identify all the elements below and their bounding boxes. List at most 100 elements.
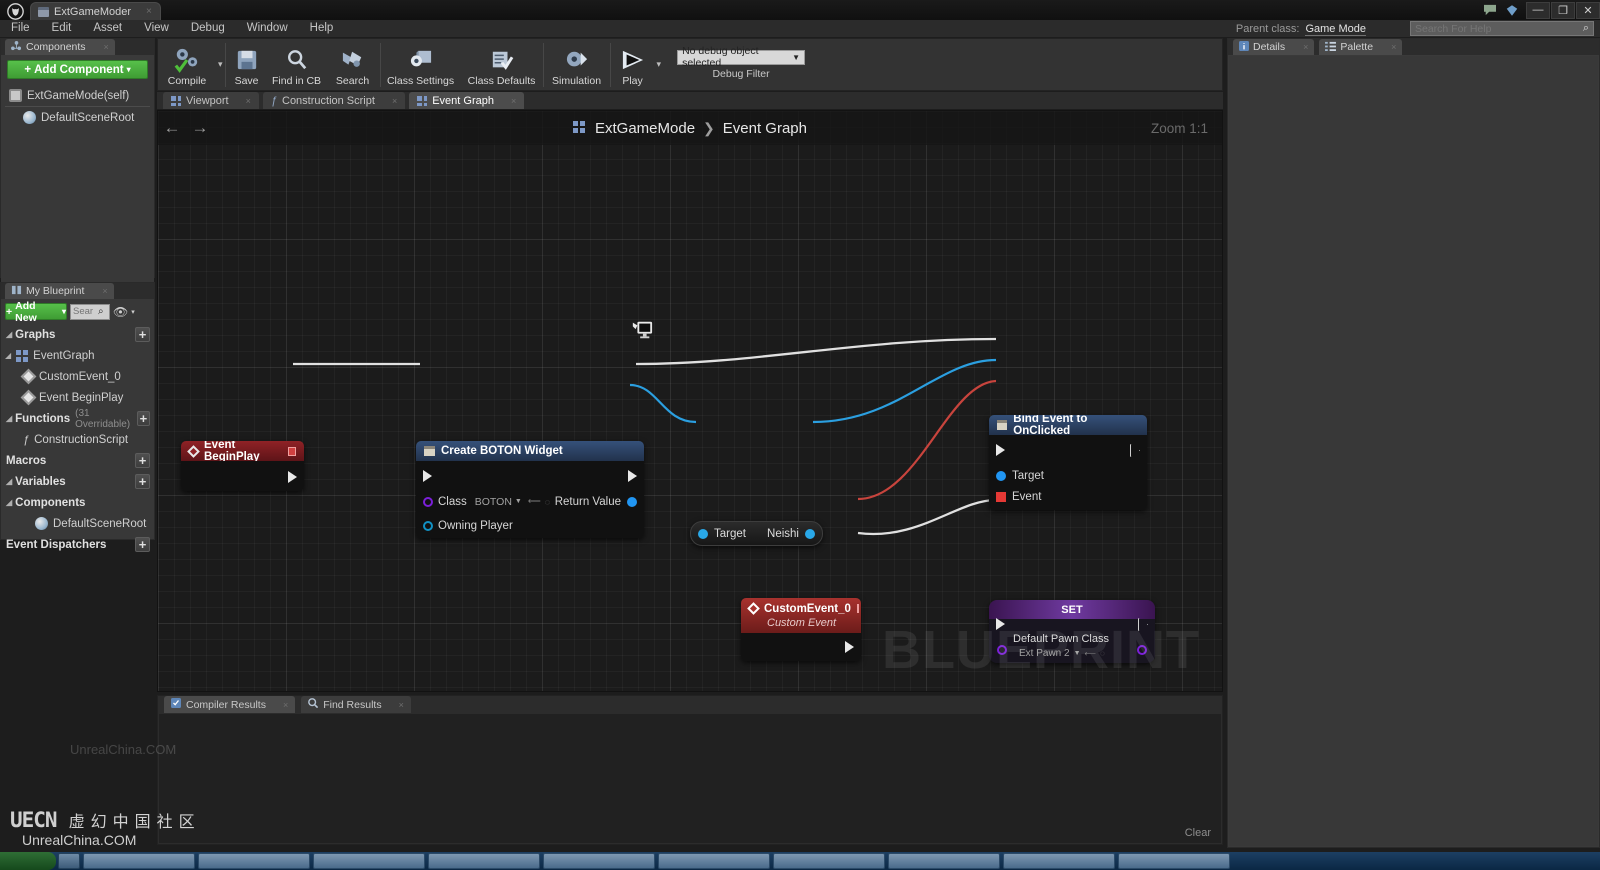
close-icon[interactable]: × <box>392 96 397 106</box>
use-selected-icon[interactable]: ◌ <box>545 497 550 507</box>
toolbar-class-defaults-button[interactable]: Class Defaults <box>461 39 543 90</box>
tab-compiler-results[interactable]: Compiler Results × <box>164 696 296 713</box>
taskbar-window-button[interactable] <box>773 853 885 869</box>
close-button[interactable]: ✕ <box>1576 1 1600 19</box>
search-for-help-field[interactable]: ⌕ <box>1410 21 1594 36</box>
close-icon[interactable]: × <box>399 700 404 710</box>
close-icon[interactable]: × <box>146 6 152 17</box>
add-function-button[interactable]: + <box>136 411 150 426</box>
toolbar-find-in-cb-button[interactable]: Find in CB <box>268 39 326 90</box>
exec-out-pin[interactable] <box>1130 444 1140 457</box>
start-button[interactable] <box>0 852 56 870</box>
owning-player-in-pin[interactable] <box>423 520 433 531</box>
forward-button[interactable]: → <box>186 114 214 142</box>
breadcrumb-root[interactable]: ExtGameMode <box>595 120 695 137</box>
gem-icon[interactable] <box>1503 1 1521 19</box>
close-icon[interactable]: × <box>246 96 251 106</box>
chat-bubble-icon[interactable] <box>1481 1 1499 19</box>
chevron-down-icon[interactable]: ▾ <box>657 59 662 70</box>
node-reroute-target-neishi[interactable]: Target Neishi <box>690 521 823 546</box>
restore-button[interactable]: ❐ <box>1551 1 1575 19</box>
taskbar-quicklaunch-icon[interactable] <box>58 853 80 869</box>
delegate-badge-icon[interactable] <box>287 446 296 456</box>
chevron-down-icon[interactable]: ▼ <box>515 498 522 505</box>
component-item-extgamemode[interactable]: ExtGameMode(self) <box>1 85 154 106</box>
toolbar-compile-button[interactable]: Compile <box>158 39 216 90</box>
add-variable-button[interactable]: + <box>135 474 150 489</box>
node-event-begin-play[interactable]: Event BeginPlay <box>181 441 304 491</box>
toolbar-save-button[interactable]: Save <box>226 39 268 90</box>
collapse-arrow-icon[interactable]: ◢ <box>6 498 12 507</box>
graph-item-customevent0[interactable]: CustomEvent_0 <box>1 366 154 387</box>
taskbar-window-button[interactable] <box>198 853 310 869</box>
exec-out-pin[interactable] <box>628 470 637 482</box>
results-content[interactable]: Clear <box>159 714 1221 843</box>
tab-details[interactable]: Details × <box>1233 39 1315 55</box>
tab-my-blueprint[interactable]: My Blueprint × <box>5 283 114 299</box>
tab-components[interactable]: Components × <box>5 39 115 55</box>
graph-item-eventgraph[interactable]: ◢ EventGraph <box>1 345 154 366</box>
target-in-pin[interactable] <box>698 528 708 539</box>
tab-construction-script[interactable]: ƒ Construction Script × <box>262 92 406 109</box>
add-component-button[interactable]: + Add Component ▾ <box>7 60 148 79</box>
exec-in-pin[interactable] <box>423 470 432 482</box>
tab-palette[interactable]: Palette × <box>1319 39 1403 55</box>
menu-asset[interactable]: Asset <box>82 20 133 37</box>
collapse-arrow-icon[interactable]: ◢ <box>6 414 12 423</box>
right-panel-content[interactable] <box>1229 56 1598 846</box>
event-delegate-in-pin[interactable] <box>996 491 1006 502</box>
class-in-pin[interactable] <box>423 496 433 507</box>
tab-event-graph[interactable]: Event Graph × <box>409 92 525 109</box>
back-button[interactable]: ← <box>158 114 186 142</box>
parent-class-value[interactable]: Game Mode <box>1305 23 1366 36</box>
tab-find-results[interactable]: Find Results × <box>301 696 411 713</box>
clear-button[interactable]: Clear <box>1185 827 1211 839</box>
debug-object-select[interactable]: No debug object selected ▼ <box>677 45 806 69</box>
section-components[interactable]: ◢ Components <box>1 492 154 513</box>
browse-icon[interactable]: ⟵ <box>528 496 541 507</box>
taskbar-window-button[interactable] <box>1118 853 1230 869</box>
section-functions[interactable]: ◢ Functions (31 Overridable) + <box>1 408 154 430</box>
taskbar-window-button[interactable] <box>658 853 770 869</box>
document-tab-extgamemode[interactable]: ExtGameModer × <box>30 2 161 20</box>
close-icon[interactable]: × <box>1391 42 1396 52</box>
close-icon[interactable]: × <box>511 96 516 106</box>
variable-item-defaultsceneroot[interactable]: DefaultSceneRoot <box>1 513 154 534</box>
tab-viewport[interactable]: Viewport × <box>163 92 259 109</box>
breadcrumb-leaf[interactable]: Event Graph <box>723 120 807 137</box>
exec-in-pin[interactable] <box>996 444 1005 456</box>
search-help-input[interactable] <box>1415 22 1575 35</box>
minimize-button[interactable]: — <box>1526 1 1550 19</box>
taskbar-window-button[interactable] <box>888 853 1000 869</box>
toolbar-class-settings-button[interactable]: Class Settings <box>381 39 461 90</box>
collapse-arrow-icon[interactable]: ◢ <box>6 477 12 486</box>
section-graphs[interactable]: ◢ Graphs + <box>1 324 154 345</box>
menu-view[interactable]: View <box>133 20 180 37</box>
magnifier-icon[interactable]: ⌕ <box>98 306 104 317</box>
target-in-pin[interactable] <box>996 470 1006 481</box>
collapse-arrow-icon[interactable]: ◢ <box>5 351 11 360</box>
section-event-dispatchers[interactable]: Event Dispatchers + <box>1 534 154 555</box>
toolbar-play-button[interactable]: Play <box>611 39 655 90</box>
menu-file[interactable]: File <box>0 20 41 37</box>
taskbar-window-button[interactable] <box>543 853 655 869</box>
my-blueprint-search-field[interactable]: ⌕ <box>70 303 110 320</box>
node-create-boton-widget[interactable]: Create BOTON Widget Class BOTON ▼ ⟵ ◌ Re… <box>416 441 644 538</box>
node-custom-event-0[interactable]: CustomEvent_0 Custom Event <box>741 598 861 661</box>
taskbar-window-button[interactable] <box>83 853 195 869</box>
exec-out-pin[interactable] <box>288 471 297 483</box>
component-item-defaultsceneroot[interactable]: DefaultSceneRoot <box>1 107 154 128</box>
node-bind-event-to-onclicked[interactable]: Bind Event to OnClicked Target Event <box>989 415 1147 510</box>
taskbar-window-button[interactable] <box>1003 853 1115 869</box>
section-macros[interactable]: Macros + <box>1 450 154 471</box>
chevron-down-icon[interactable]: ▾ <box>218 59 223 70</box>
function-item-constructionscript[interactable]: ƒ ConstructionScript <box>1 429 154 450</box>
class-value-dropdown[interactable]: BOTON <box>475 496 512 508</box>
menu-debug[interactable]: Debug <box>180 20 236 37</box>
add-graph-button[interactable]: + <box>135 327 150 342</box>
close-icon[interactable]: × <box>1303 42 1308 52</box>
magnifier-icon[interactable]: ⌕ <box>1583 22 1589 35</box>
add-new-button[interactable]: + Add New ▾ <box>5 300 67 324</box>
collapse-arrow-icon[interactable]: ◢ <box>6 330 12 339</box>
graph-item-eventbeginplay[interactable]: Event BeginPlay <box>1 387 154 408</box>
